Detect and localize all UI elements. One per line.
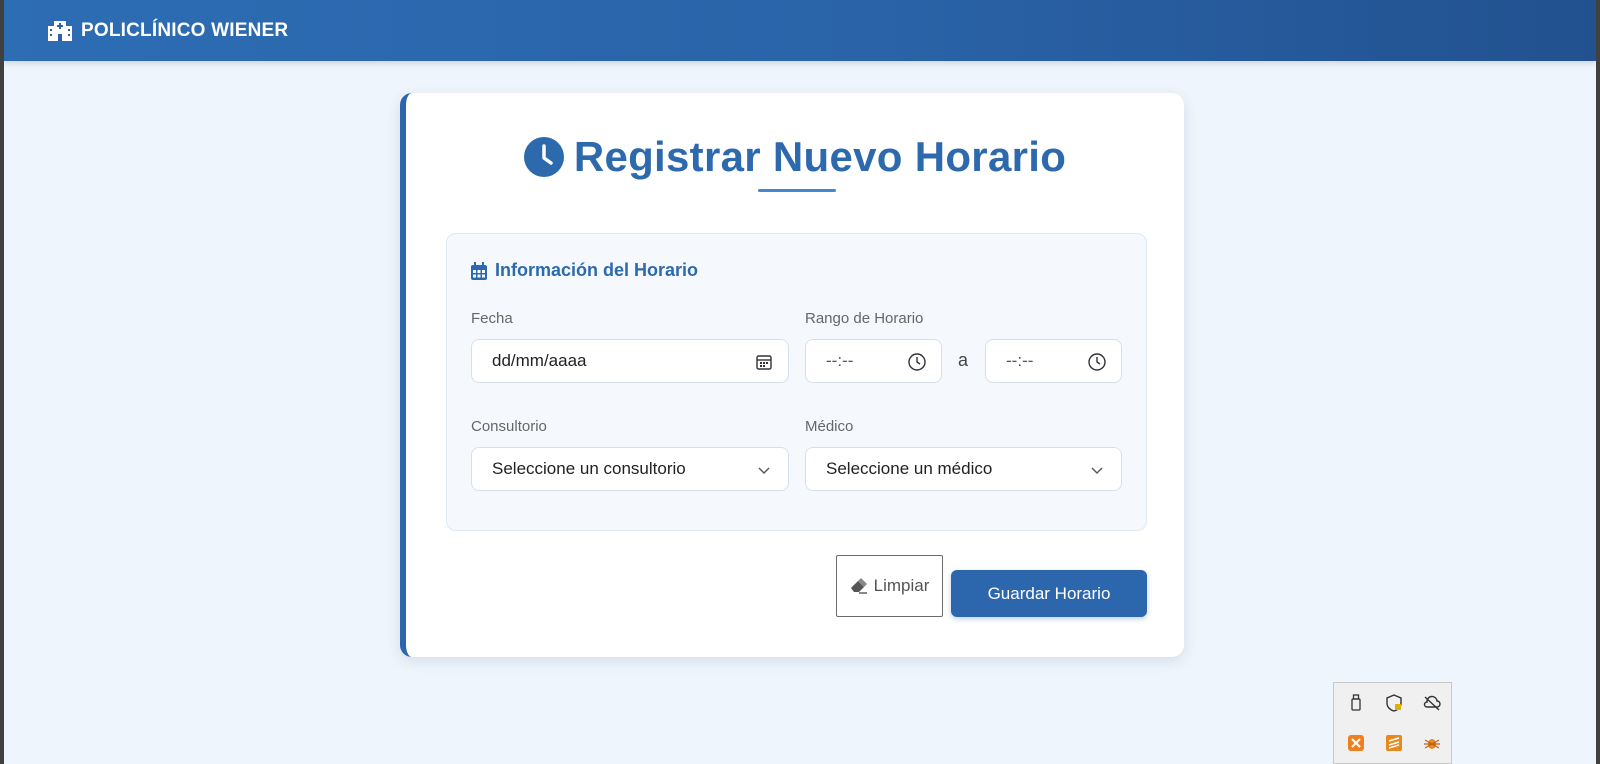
eraser-icon [850, 578, 868, 594]
form-title-row: Registrar Nuevo Horario [406, 133, 1184, 181]
chevron-down-icon [754, 460, 774, 480]
page-title: Registrar Nuevo Horario [573, 133, 1067, 180]
brand-link[interactable]: POLICLÍNICO WIENER [47, 20, 288, 42]
medico-label: Médico [805, 418, 854, 435]
clock-icon [523, 137, 564, 177]
usb-drive-icon[interactable] [1346, 693, 1366, 713]
schedule-form-card: Registrar Nuevo Horario Información del … [400, 93, 1184, 657]
sublime-icon[interactable] [1384, 733, 1404, 753]
clear-button[interactable]: Limpiar [836, 555, 943, 617]
consultorio-select[interactable]: Seleccione un consultorio [471, 447, 789, 491]
schedule-info-section: Información del Horario Fecha dd/mm/aaaa [446, 233, 1147, 531]
hora-inicio-value: --:-- [826, 351, 854, 370]
clear-button-label: Limpiar [873, 576, 930, 595]
browser-viewport: POLICLÍNICO WIENER Registrar Nuevo Horar… [4, 0, 1596, 764]
hora-fin-input[interactable]: --:-- [985, 339, 1122, 383]
chevron-down-icon [1087, 460, 1107, 480]
section-header: Información del Horario [471, 260, 698, 281]
fecha-date-input[interactable]: dd/mm/aaaa [471, 339, 789, 383]
hospital-icon [47, 20, 73, 42]
fecha-value: dd/mm/aaaa [492, 351, 587, 370]
section-title: Información del Horario [495, 260, 699, 280]
consultorio-selected-value: Seleccione un consultorio [492, 459, 686, 478]
brand-name: POLICLÍNICO WIENER [81, 19, 289, 41]
range-separator: a [958, 350, 969, 370]
consultorio-label: Consultorio [471, 418, 547, 435]
hora-inicio-input[interactable]: --:-- [805, 339, 942, 383]
xampp-icon[interactable] [1346, 733, 1366, 753]
calendar-picker-icon[interactable] [754, 352, 774, 372]
title-underline [758, 189, 836, 192]
hora-fin-value: --:-- [1006, 351, 1034, 370]
clock-picker-icon[interactable] [1087, 352, 1107, 372]
clock-picker-icon[interactable] [907, 352, 927, 372]
top-navbar: POLICLÍNICO WIENER [4, 0, 1596, 61]
rango-label: Rango de Horario [805, 310, 924, 327]
fecha-label: Fecha [471, 310, 513, 327]
medico-selected-value: Seleccione un médico [826, 459, 993, 478]
save-button-label: Guardar Horario [987, 583, 1111, 603]
save-schedule-button[interactable]: Guardar Horario [951, 570, 1147, 617]
system-tray-overflow [1333, 682, 1452, 764]
medico-select[interactable]: Seleccione un médico [805, 447, 1122, 491]
security-shield-icon[interactable] [1384, 693, 1404, 713]
calendar-icon [471, 261, 487, 280]
cloud-off-icon[interactable] [1422, 693, 1442, 713]
bug-icon[interactable] [1422, 733, 1442, 753]
